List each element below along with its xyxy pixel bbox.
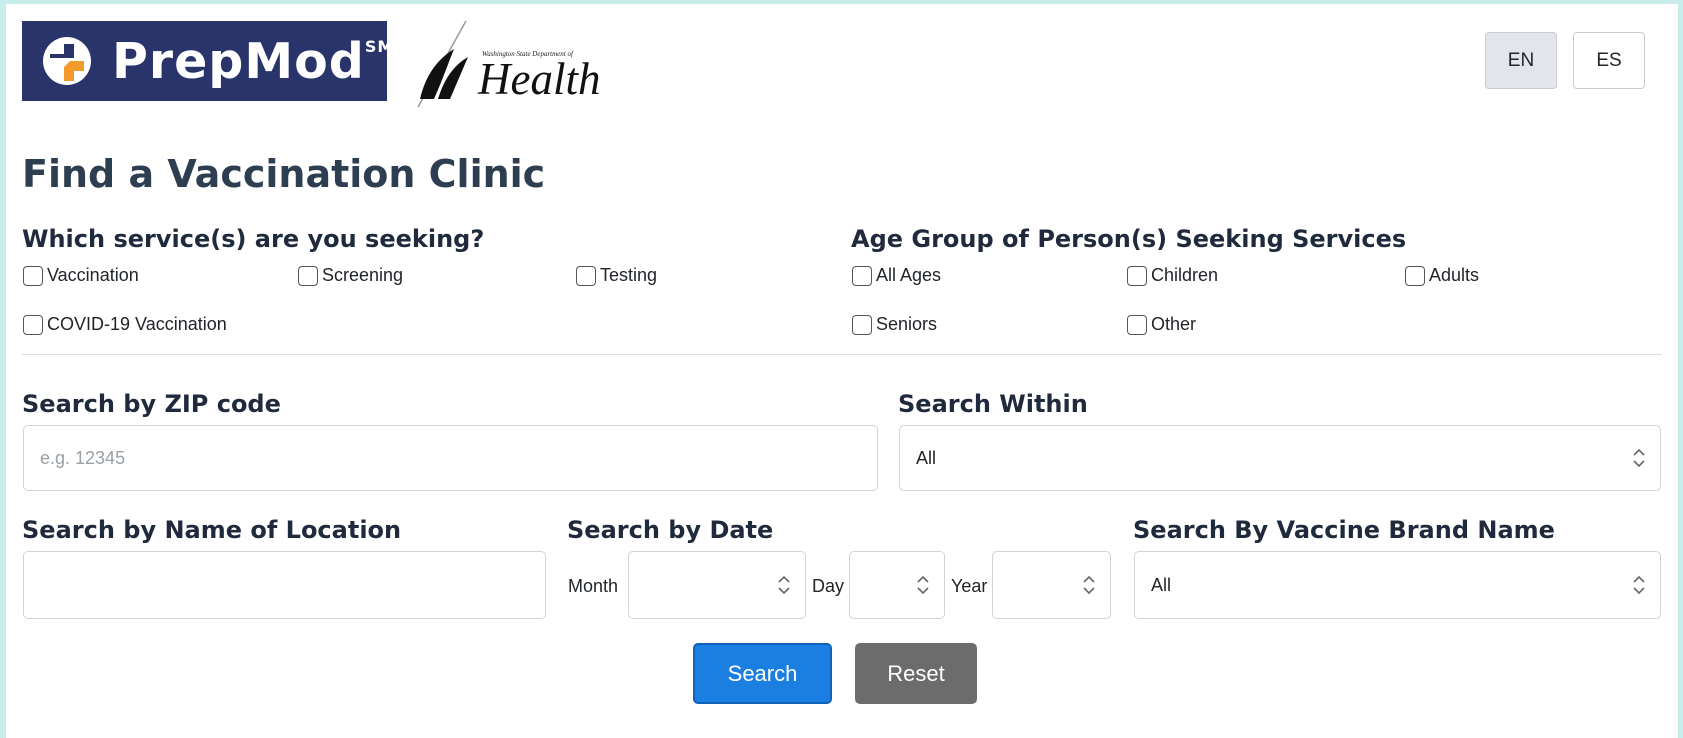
checkbox-box[interactable] bbox=[576, 265, 596, 286]
within-select-value: All bbox=[916, 447, 937, 468]
month-select[interactable] bbox=[628, 551, 806, 619]
prepmod-logo-icon bbox=[40, 34, 94, 88]
search-button[interactable]: Search bbox=[693, 643, 832, 704]
zip-input[interactable]: e.g. 12345 bbox=[23, 425, 878, 491]
checkbox-box[interactable] bbox=[23, 314, 43, 335]
month-label: Month bbox=[568, 576, 619, 596]
lang-es-button[interactable]: ES bbox=[1573, 32, 1645, 89]
section-divider bbox=[22, 354, 1662, 355]
checkbox-label: Adults bbox=[1429, 265, 1480, 285]
checkbox-all-ages[interactable]: All Ages bbox=[852, 265, 941, 286]
select-chevron-icon bbox=[917, 575, 929, 595]
brand-select-value: All bbox=[1151, 574, 1172, 595]
checkbox-vaccination[interactable]: Vaccination bbox=[23, 265, 139, 286]
age-groups-title: Age Group of Person(s) Seeking Services bbox=[851, 225, 1407, 253]
checkbox-screening[interactable]: Screening bbox=[298, 265, 403, 286]
brand-select[interactable]: All bbox=[1134, 551, 1661, 619]
checkbox-label: COVID-19 Vaccination bbox=[47, 314, 227, 334]
checkbox-children[interactable]: Children bbox=[1127, 265, 1218, 286]
checkbox-label: All Ages bbox=[876, 265, 942, 285]
checkbox-label: Children bbox=[1151, 265, 1219, 285]
select-chevron-icon bbox=[1633, 575, 1645, 595]
services-title: Which service(s) are you seeking? bbox=[22, 225, 485, 253]
prepmod-wordmark: PrepModSM bbox=[112, 32, 395, 90]
doh-logo-icon bbox=[417, 20, 468, 108]
reset-button[interactable]: Reset bbox=[855, 643, 977, 704]
select-chevron-icon bbox=[778, 575, 790, 595]
day-label: Day bbox=[812, 576, 845, 596]
prepmod-logo[interactable]: PrepModSM bbox=[22, 21, 393, 101]
page-title: Find a Vaccination Clinic bbox=[22, 152, 546, 196]
select-chevron-icon bbox=[1083, 575, 1095, 595]
checkbox-testing[interactable]: Testing bbox=[576, 265, 657, 286]
checkbox-label: Other bbox=[1151, 314, 1197, 334]
lang-en-button[interactable]: EN bbox=[1485, 32, 1557, 89]
checkbox-seniors[interactable]: Seniors bbox=[852, 314, 937, 335]
date-label: Search by Date bbox=[567, 516, 774, 544]
checkbox-box[interactable] bbox=[1127, 265, 1147, 286]
within-select[interactable]: All bbox=[899, 425, 1661, 491]
checkbox-box[interactable] bbox=[298, 265, 318, 286]
brand-label: Search By Vaccine Brand Name bbox=[1133, 516, 1555, 544]
checkbox-box[interactable] bbox=[1127, 314, 1147, 335]
within-label: Search Within bbox=[898, 390, 1088, 418]
page: PrepModSM Washington State Department of… bbox=[6, 4, 1678, 738]
checkbox-box[interactable] bbox=[852, 314, 872, 335]
checkbox-other[interactable]: Other bbox=[1127, 314, 1196, 335]
checkbox-label: Testing bbox=[600, 265, 658, 285]
doh-logo[interactable]: Washington State Department of Health bbox=[408, 19, 618, 109]
year-select[interactable] bbox=[992, 551, 1111, 619]
checkbox-label: Screening bbox=[322, 265, 404, 285]
checkbox-box[interactable] bbox=[23, 265, 43, 286]
checkbox-label: Vaccination bbox=[47, 265, 139, 285]
checkbox-covid19-vaccination[interactable]: COVID-19 Vaccination bbox=[23, 314, 227, 335]
day-select[interactable] bbox=[849, 551, 945, 619]
year-label: Year bbox=[951, 576, 988, 596]
zip-label: Search by ZIP code bbox=[22, 390, 281, 418]
checkbox-label: Seniors bbox=[876, 314, 938, 334]
checkbox-box[interactable] bbox=[1405, 265, 1425, 286]
doh-big-text: Health bbox=[478, 54, 601, 104]
checkbox-box[interactable] bbox=[852, 265, 872, 286]
location-label: Search by Name of Location bbox=[22, 516, 402, 544]
checkbox-adults[interactable]: Adults bbox=[1405, 265, 1479, 286]
select-chevron-icon bbox=[1633, 448, 1645, 468]
location-input[interactable] bbox=[23, 551, 546, 619]
